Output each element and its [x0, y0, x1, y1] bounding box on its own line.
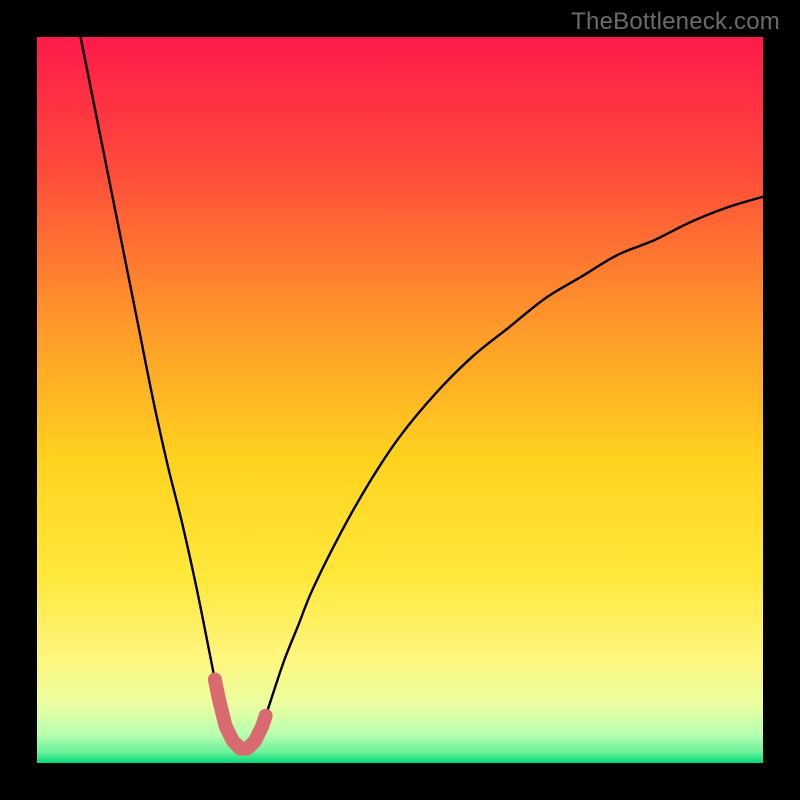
- watermark-text: TheBottleneck.com: [571, 8, 780, 36]
- chart-frame: TheBottleneck.com: [0, 0, 800, 800]
- chart-svg: [37, 37, 763, 763]
- plot-area: [37, 37, 763, 763]
- gradient-background: [37, 37, 763, 763]
